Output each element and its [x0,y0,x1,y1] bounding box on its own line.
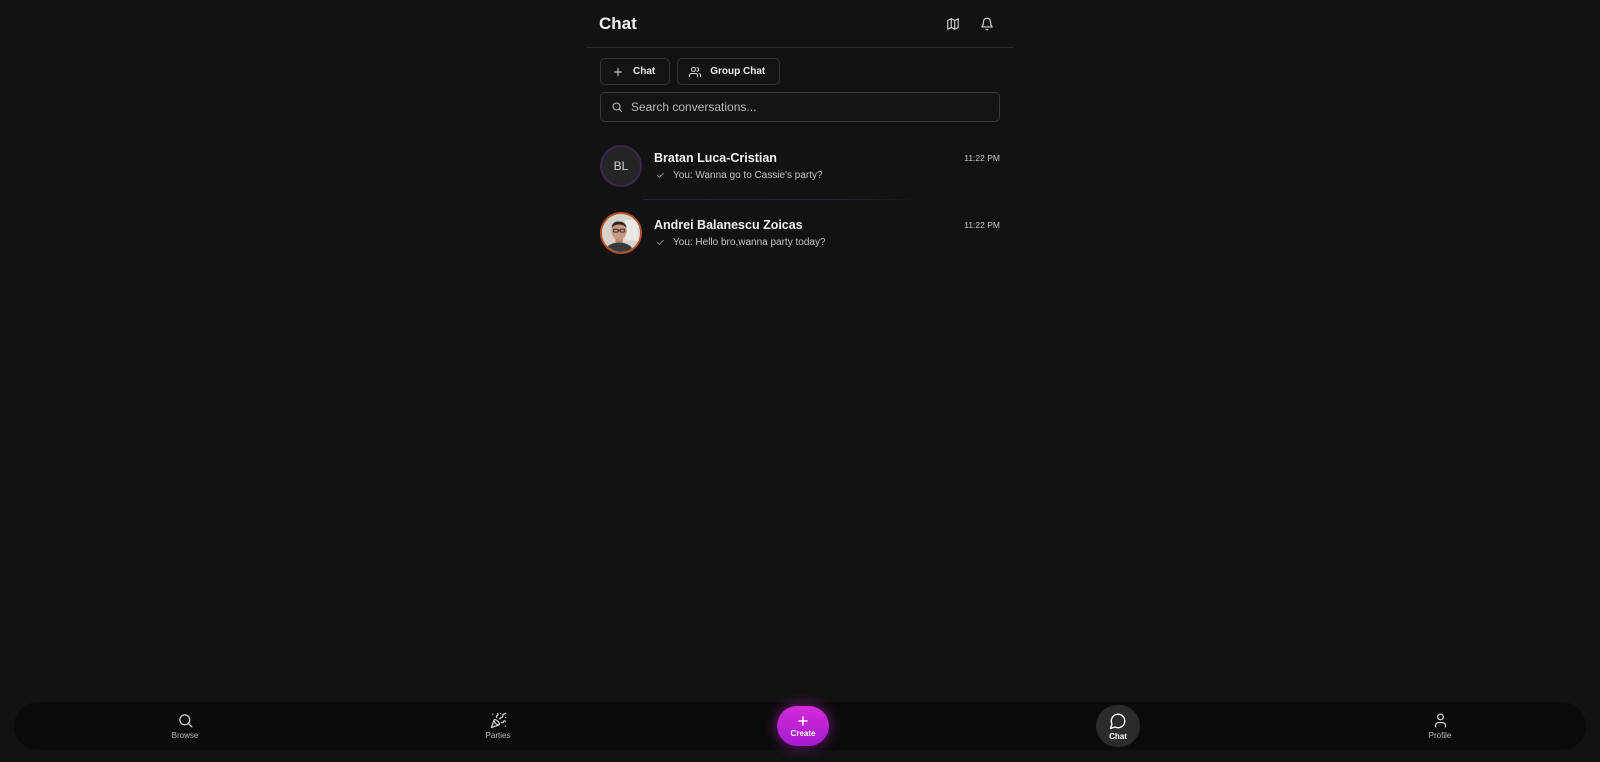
message-circle-icon [1109,713,1126,729]
create-button[interactable]: Create [777,706,829,746]
conversation-preview: You: Hello bro,wanna party today? [654,237,1000,248]
chat-actions: Chat Group Chat [600,58,781,85]
conversation-time: 11:22 PM [964,153,1000,163]
conversation-top: Bratan Luca-Cristian 11:22 PM [654,151,1000,165]
nav-chat[interactable]: Chat [1096,705,1140,747]
map-icon[interactable] [943,14,963,34]
create-label: Create [790,729,816,738]
conversation-top: Andrei Balanescu Zoicas 11:22 PM [654,218,1000,232]
nav-parties-label: Parties [485,731,511,740]
nav-browse-label: Browse [171,731,199,740]
conversation-item[interactable]: Andrei Balanescu Zoicas 11:22 PM You: He… [600,204,1000,262]
conversation-name: Bratan Luca-Cristian [654,151,777,165]
avatar [600,212,642,254]
conversation-divider [643,199,925,200]
new-chat-button[interactable]: Chat [600,58,671,85]
search-box [600,92,1000,122]
nav-browse[interactable]: Browse [155,702,215,750]
check-icon [657,172,664,178]
group-chat-label: Group Chat [710,66,766,77]
bell-icon[interactable] [977,14,997,34]
search-input[interactable] [631,100,999,114]
last-message: You: Hello bro,wanna party today? [673,237,826,248]
conversation-body: Andrei Balanescu Zoicas 11:22 PM You: He… [654,218,1000,248]
plus-icon [614,67,622,76]
conversation-preview: You: Wanna go to Cassie's party? [654,170,1000,181]
page-title: Chat [599,13,637,33]
conversation-time: 11:22 PM [964,220,1000,230]
party-popper-icon [490,712,506,729]
nav-parties[interactable]: Parties [468,702,528,750]
user-icon [1434,713,1446,728]
conversation-item[interactable]: BL Bratan Luca-Cristian 11:22 PM You: Wa… [600,137,1000,195]
nav-profile[interactable]: Profile [1410,702,1470,750]
chat-app: Chat Chat Group Chat BL Bratan Luca-Cris… [0,0,1600,762]
avatar: BL [600,145,642,187]
header-icons [943,14,997,34]
new-chat-label: Chat [633,66,656,77]
users-icon [689,66,702,77]
search-icon [612,102,622,112]
bottom-nav: Browse Parties Create Chat Profile [14,702,1586,750]
avatar-photo [602,214,640,252]
nav-profile-label: Profile [1428,731,1452,740]
group-chat-button[interactable]: Group Chat [677,58,781,85]
check-icon [657,239,664,245]
chat-header: Chat [587,0,1013,48]
search-icon [178,714,193,728]
nav-chat-label: Chat [1109,731,1127,741]
conversation-name: Andrei Balanescu Zoicas [654,218,803,232]
plus-icon [798,716,808,726]
last-message: You: Wanna go to Cassie's party? [673,170,823,181]
conversation-body: Bratan Luca-Cristian 11:22 PM You: Wanna… [654,151,1000,181]
